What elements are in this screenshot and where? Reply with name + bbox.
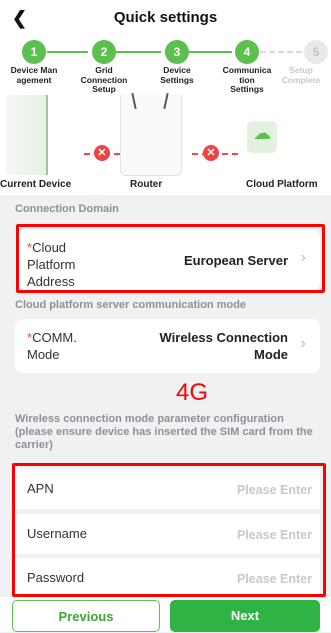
comm-mode-value: Wireless Connection Mode — [160, 329, 288, 363]
inverter-device-icon — [6, 95, 48, 175]
cloud-icon: ☁ — [253, 123, 271, 143]
comm-mode-label: *COMM. Mode — [27, 329, 77, 363]
topology-diagram: ☁ ✕ ✕ Current Device Router Cloud Platfo… — [0, 92, 331, 195]
password-input[interactable] — [160, 566, 314, 592]
step-3-label-line: Settings — [160, 74, 194, 85]
current-device-label: Current Device — [0, 179, 72, 190]
annotation-4g: 4G — [176, 379, 209, 406]
password-row: Password — [15, 558, 320, 598]
step-connector — [189, 51, 232, 53]
router-antenna — [131, 92, 137, 110]
step-progress: 1 2 3 4 5 Device Man agement Grid Connec… — [0, 40, 331, 95]
router-label: Router — [130, 179, 163, 190]
step-5-circle: 5 — [304, 40, 328, 64]
bottom-action-bar: Previous Next — [0, 597, 331, 632]
step-4-circle: 4 — [235, 40, 259, 64]
step-connector — [116, 51, 161, 53]
step-1-label-line: agement — [16, 74, 52, 85]
step-1-circle: 1 — [22, 40, 46, 64]
label-text: COMM. — [32, 330, 77, 345]
apn-label: APN — [27, 481, 54, 496]
header: ❮ Quick settings 1 2 3 4 5 Device Man ag… — [0, 0, 331, 95]
cloud-platform-icon: ☁ — [247, 121, 277, 153]
x-error-icon: ✕ — [203, 145, 219, 161]
previous-button[interactable]: Previous — [12, 600, 160, 632]
router-icon — [120, 92, 182, 176]
step-3-circle: 3 — [165, 40, 189, 64]
step-2-circle: 2 — [92, 40, 116, 64]
cloud-platform-label: Cloud Platform — [246, 179, 318, 190]
username-label: Username — [27, 526, 87, 541]
apn-row: APN — [15, 469, 320, 509]
comm-mode-value-line: Mode — [254, 347, 288, 362]
router-antenna — [163, 92, 169, 110]
step-4-label: Communica tion Settings — [217, 65, 277, 95]
step-3-label: Device Settings — [147, 65, 207, 85]
username-row: Username — [15, 514, 320, 554]
step-connector — [260, 51, 302, 53]
step-4-label-line: Settings — [230, 84, 264, 94]
x-error-icon: ✕ — [94, 145, 110, 161]
cloud-platform-address-row[interactable]: *Cloud Platform Address European Server … — [15, 230, 320, 290]
cloud-platform-address-label-line: Platform — [27, 257, 76, 272]
connection-domain-title: Connection Domain — [15, 203, 119, 215]
comm-mode-label-line: Mode — [27, 347, 60, 362]
step-5-label: Setup Complete — [271, 65, 331, 85]
label-text: Cloud — [32, 240, 67, 255]
comm-mode-value-line: Wireless Connection — [159, 330, 288, 345]
step-2-label: Grid Connection Setup — [74, 65, 134, 95]
wireless-config-description: Wireless connection mode parameter confi… — [15, 413, 313, 451]
chevron-right-icon: › — [300, 335, 306, 352]
cloud-platform-address-value: European Server — [183, 253, 288, 268]
comm-mode-label-line: *COMM. — [27, 329, 77, 346]
step-5-label-line: Complete — [281, 74, 321, 85]
next-button[interactable]: Next — [170, 600, 320, 632]
step-2-label-line: Setup — [92, 84, 116, 94]
comm-mode-section-title: Cloud platform server communication mode — [15, 299, 247, 311]
comm-mode-row[interactable]: *COMM. Mode Wireless Connection Mode › — [15, 319, 320, 373]
apn-input[interactable] — [160, 477, 314, 503]
step-1-label: Device Man agement — [4, 65, 64, 85]
cloud-platform-address-label: *Cloud Platform Address — [27, 239, 75, 290]
chevron-right-icon: › — [300, 249, 306, 266]
password-label: Password — [27, 570, 85, 585]
page-title: Quick settings — [113, 9, 218, 26]
username-input[interactable] — [160, 522, 314, 548]
step-connector — [47, 51, 88, 53]
cloud-platform-address-label-line: *Cloud — [27, 239, 75, 256]
cloud-platform-address-label-line: Address — [27, 274, 75, 289]
